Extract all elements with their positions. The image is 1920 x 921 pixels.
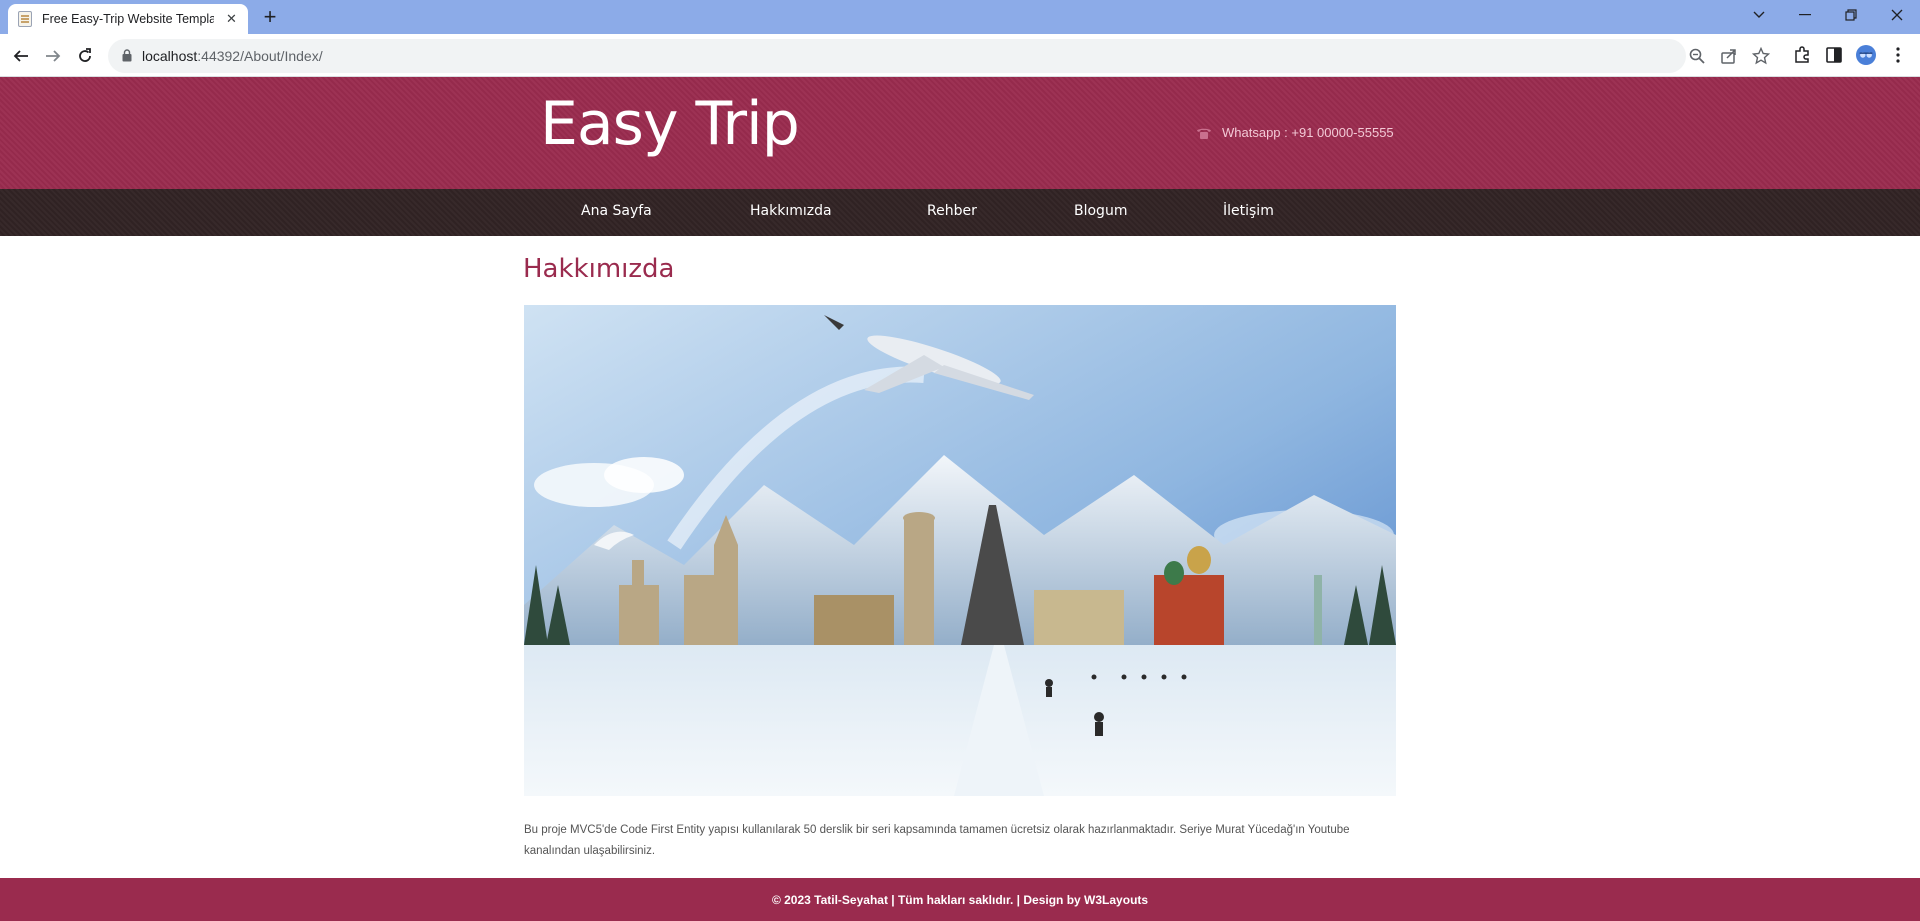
url-text[interactable]: localhost:44392/About/Index/ bbox=[142, 48, 323, 64]
bookmark-star-icon[interactable] bbox=[1751, 46, 1771, 65]
site-header: Easy Trip Whatsapp : +91 00000-55555 bbox=[0, 77, 1920, 189]
tab-title: Free Easy-Trip Website Template bbox=[42, 12, 214, 26]
whatsapp-number: Whatsapp : +91 00000-55555 bbox=[1222, 125, 1394, 140]
nav-link-blogum[interactable]: Blogum bbox=[1074, 203, 1127, 219]
minimize-icon[interactable] bbox=[1782, 0, 1828, 30]
main-nav: Ana Sayfa Hakkımızda Rehber Blogum İleti… bbox=[0, 189, 1920, 236]
lock-icon[interactable] bbox=[122, 49, 132, 67]
side-panel-icon[interactable] bbox=[1824, 45, 1844, 65]
tab-close-icon[interactable]: ✕ bbox=[226, 11, 237, 27]
close-window-icon[interactable] bbox=[1874, 0, 1920, 30]
phone-icon bbox=[1197, 128, 1211, 139]
contact-info: Whatsapp : +91 00000-55555 bbox=[1196, 125, 1394, 140]
profile-avatar-icon[interactable] bbox=[1856, 45, 1876, 65]
nav-link-rehber[interactable]: Rehber bbox=[927, 203, 977, 219]
new-tab-icon[interactable]: + bbox=[258, 5, 282, 29]
tab-search-icon[interactable] bbox=[1736, 0, 1782, 30]
page-favicon-icon bbox=[18, 11, 32, 27]
zoom-icon[interactable] bbox=[1688, 47, 1706, 65]
nav-link-iletisim[interactable]: İletişim bbox=[1223, 203, 1274, 219]
nav-link-hakkimizda[interactable]: Hakkımızda bbox=[750, 203, 832, 219]
forward-icon[interactable] bbox=[40, 43, 66, 69]
about-description: Bu proje MVC5'de Code First Entity yapıs… bbox=[524, 824, 1350, 857]
restore-icon[interactable] bbox=[1828, 0, 1874, 30]
page-title: Hakkımızda bbox=[523, 254, 675, 284]
url-host: localhost bbox=[142, 48, 198, 64]
footer-copyright: © 2023 Tatil-Seyahat | Tüm hakları saklı… bbox=[771, 892, 1149, 907]
site-logo[interactable]: Easy Trip bbox=[540, 89, 800, 159]
browser-tab[interactable]: Free Easy-Trip Website Template ✕ bbox=[8, 4, 248, 34]
back-icon[interactable] bbox=[8, 43, 34, 69]
reload-icon[interactable] bbox=[72, 43, 98, 69]
url-path: :44392/About/Index/ bbox=[197, 48, 323, 64]
browser-tab-strip: Free Easy-Trip Website Template ✕ + bbox=[0, 0, 1920, 34]
extensions-icon[interactable] bbox=[1792, 45, 1812, 65]
menu-kebab-icon[interactable] bbox=[1888, 45, 1908, 65]
site-footer: © 2023 Tatil-Seyahat | Tüm hakları saklı… bbox=[0, 878, 1920, 921]
share-icon[interactable] bbox=[1720, 47, 1738, 65]
nav-link-ana-sayfa[interactable]: Ana Sayfa bbox=[581, 203, 652, 219]
about-hero-image bbox=[524, 305, 1396, 796]
browser-toolbar: localhost:44392/About/Index/ bbox=[0, 34, 1920, 77]
address-bar[interactable]: localhost:44392/About/Index/ bbox=[108, 39, 1771, 73]
